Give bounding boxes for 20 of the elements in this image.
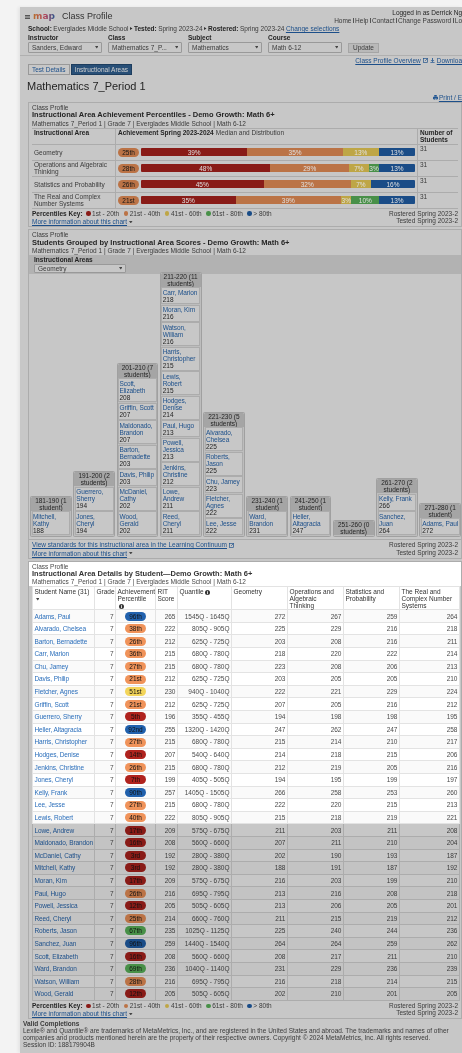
external-link-icon bbox=[229, 542, 234, 548]
chevron-icon bbox=[130, 27, 133, 31]
caret-icon bbox=[254, 46, 258, 49]
menu-icon bbox=[25, 14, 30, 19]
logo: map bbox=[33, 11, 55, 22]
caret-icon bbox=[129, 1012, 133, 1016]
caret-icon bbox=[129, 551, 133, 555]
info-icon bbox=[204, 589, 210, 595]
caret-icon bbox=[94, 46, 98, 49]
download-icon bbox=[429, 57, 435, 63]
printer-icon bbox=[432, 94, 438, 100]
caret-icon bbox=[174, 46, 178, 49]
app-title: Class Profile bbox=[61, 11, 113, 22]
caret-icon bbox=[35, 598, 39, 601]
caret-icon bbox=[118, 267, 122, 270]
page-title: Mathematics 7_Period 1 bbox=[27, 80, 147, 94]
chevron-icon bbox=[204, 27, 207, 31]
caret-icon bbox=[334, 46, 338, 49]
caret-icon bbox=[129, 220, 133, 224]
external-link-icon bbox=[422, 57, 428, 63]
